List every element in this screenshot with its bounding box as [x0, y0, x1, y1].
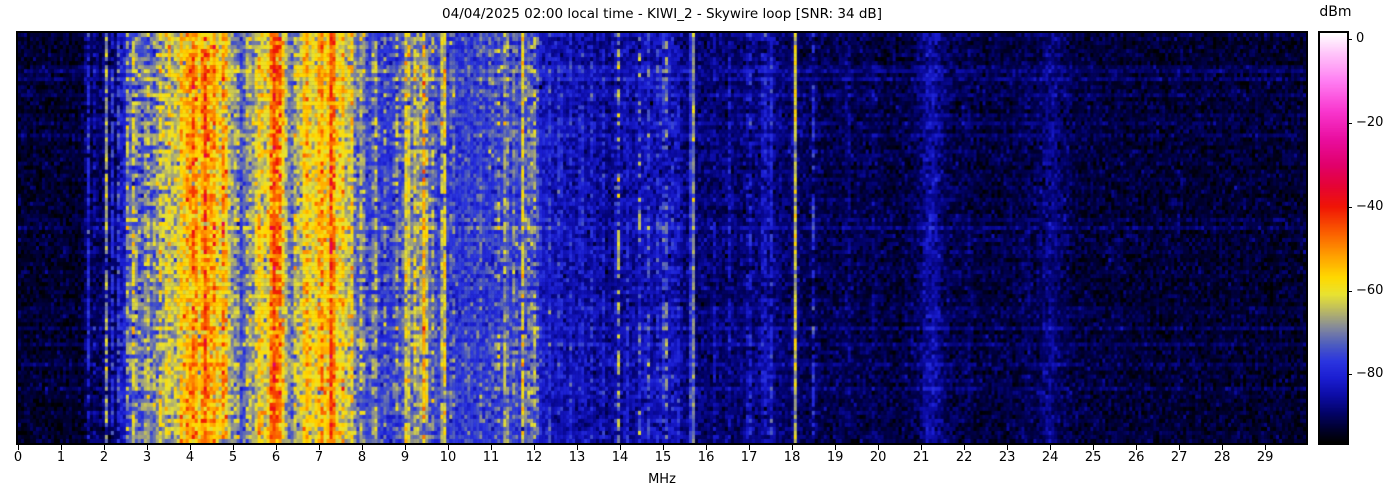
- x-tick-label: 20: [869, 450, 887, 465]
- x-tick-label: 9: [400, 450, 410, 465]
- x-axis-label: MHz: [648, 472, 676, 487]
- x-tick-label: 14: [611, 450, 629, 465]
- x-tick-label: 28: [1213, 450, 1231, 465]
- colorbar-tick-label: −80: [1356, 366, 1384, 382]
- x-tick-label: 4: [185, 450, 195, 465]
- colorbar-unit-label: dBm: [1319, 4, 1352, 20]
- x-tick-label: 16: [697, 450, 715, 465]
- colorbar-tick-label: 0: [1356, 31, 1365, 47]
- x-tick-label: 25: [1084, 450, 1102, 465]
- x-tick-label: 1: [56, 450, 66, 465]
- colorbar-tick-label: −20: [1356, 115, 1384, 131]
- x-tick-label: 3: [142, 450, 152, 465]
- x-tick-label: 24: [1041, 450, 1059, 465]
- colorbar-tick-mark: [1347, 206, 1352, 208]
- colorbar-tick-mark: [1347, 123, 1352, 125]
- x-tick-label: 19: [826, 450, 844, 465]
- x-tick-label: 10: [439, 450, 457, 465]
- x-tick-label: 6: [271, 450, 281, 465]
- x-tick-label: 2: [99, 450, 109, 465]
- spectrogram-heatmap: [18, 33, 1306, 443]
- x-tick-label: 17: [740, 450, 758, 465]
- x-tick-label: 18: [783, 450, 801, 465]
- spectrogram-figure: 04/04/2025 02:00 local time - KIWI_2 - S…: [0, 0, 1400, 500]
- colorbar-tick-mark: [1347, 290, 1352, 292]
- colorbar-tick-mark: [1347, 374, 1352, 376]
- plot-border: [16, 31, 1308, 445]
- colorbar-tick-mark: [1347, 39, 1352, 41]
- x-tick-label: 11: [482, 450, 500, 465]
- x-tick-label: 8: [357, 450, 367, 465]
- x-tick-label: 13: [568, 450, 586, 465]
- x-tick-label: 12: [525, 450, 543, 465]
- colorbar-border: [1318, 31, 1349, 445]
- x-tick-label: 0: [13, 450, 23, 465]
- x-tick-label: 7: [314, 450, 324, 465]
- colorbar: [1320, 33, 1347, 443]
- x-tick-label: 23: [998, 450, 1016, 465]
- chart-title: 04/04/2025 02:00 local time - KIWI_2 - S…: [442, 6, 882, 22]
- x-tick-label: 21: [912, 450, 930, 465]
- colorbar-tick-label: −40: [1356, 198, 1384, 214]
- x-tick-label: 27: [1170, 450, 1188, 465]
- x-tick-label: 5: [228, 450, 238, 465]
- x-tick-label: 29: [1256, 450, 1274, 465]
- x-tick-label: 22: [955, 450, 973, 465]
- x-tick-label: 15: [654, 450, 672, 465]
- x-tick-label: 26: [1127, 450, 1145, 465]
- colorbar-tick-label: −60: [1356, 282, 1384, 298]
